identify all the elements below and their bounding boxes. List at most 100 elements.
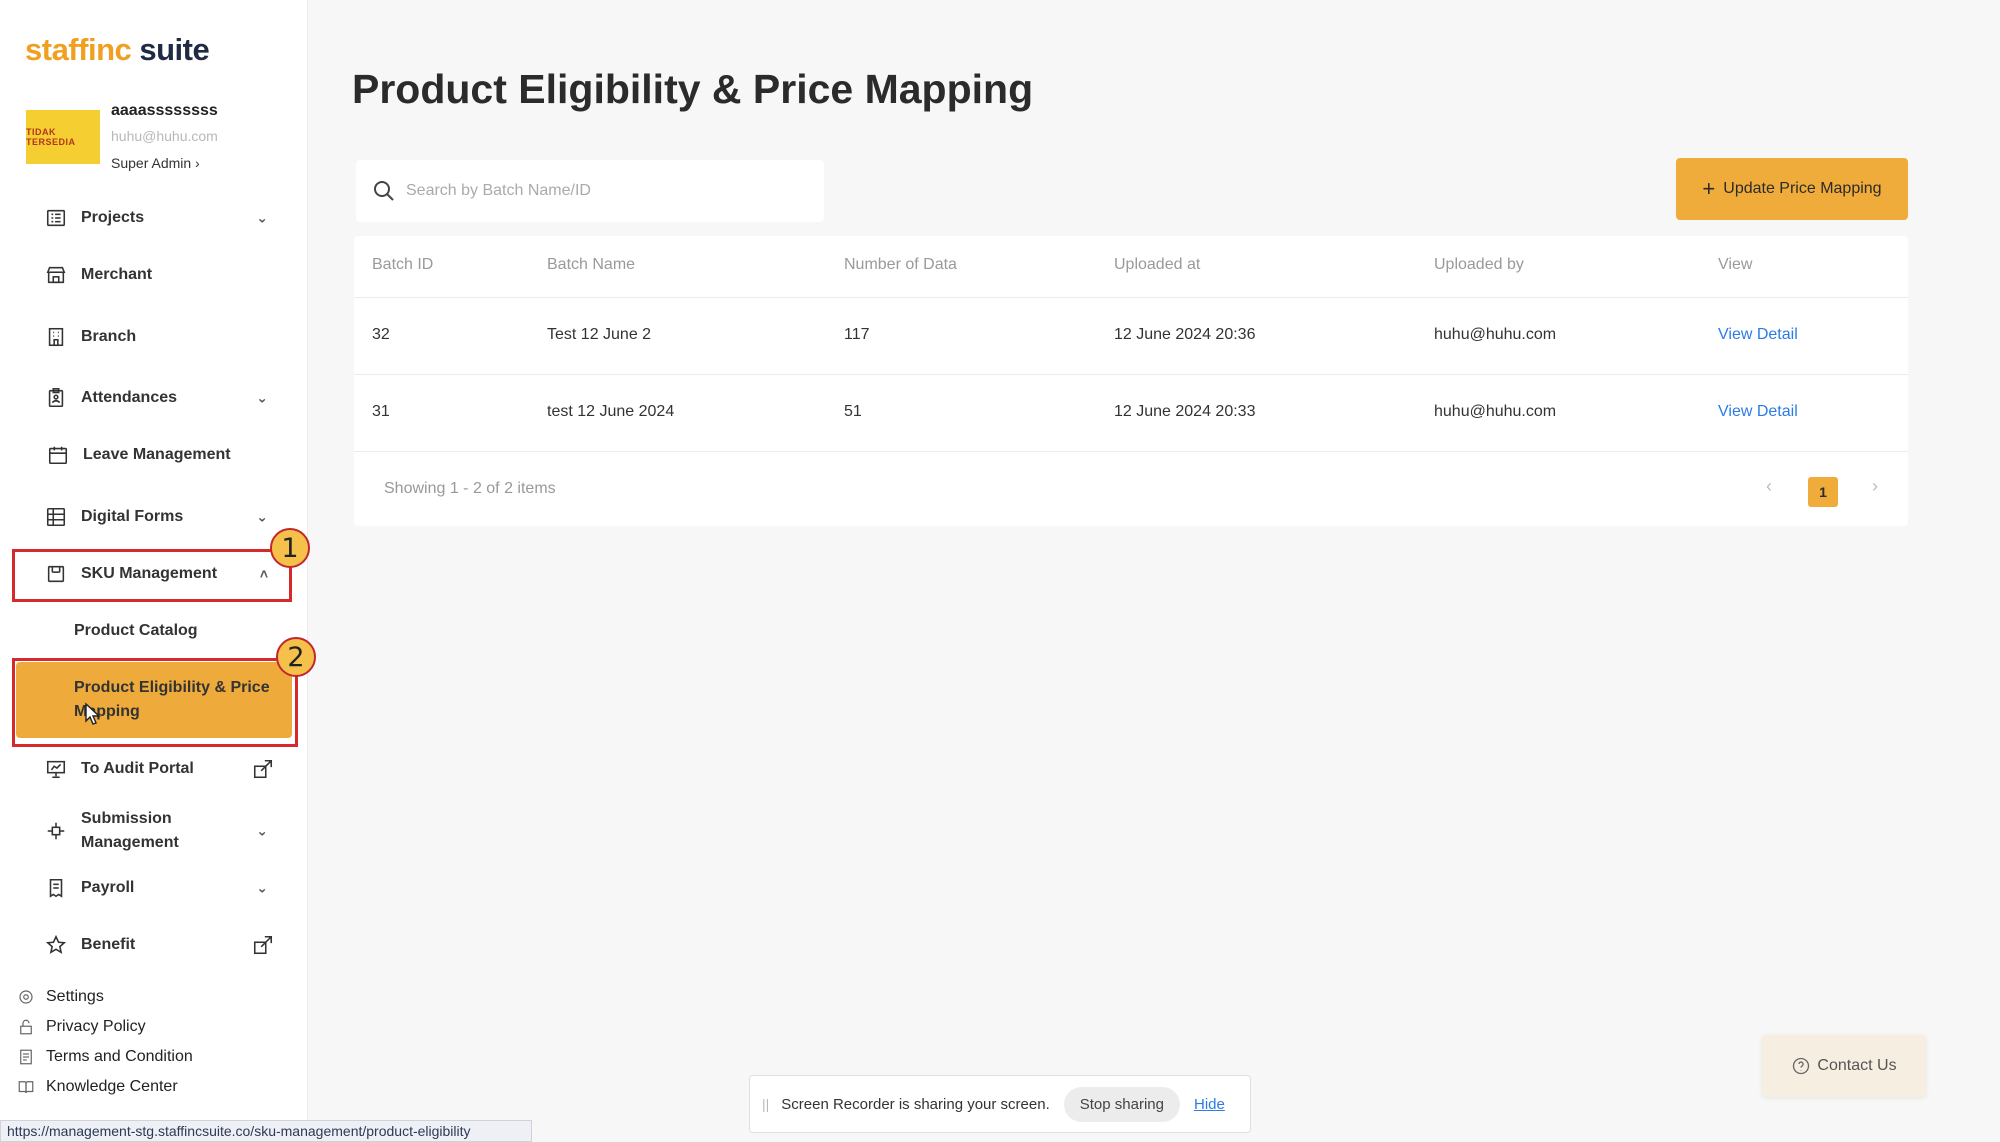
sidebar-item-branch[interactable]: Branch — [12, 313, 290, 361]
footer-link-label: Privacy Policy — [46, 1018, 146, 1035]
stop-sharing-button[interactable]: Stop sharing — [1063, 1086, 1180, 1122]
sidebar-item-leave-management[interactable]: Leave Management — [12, 431, 290, 479]
cell-batch-name: Test 12 June 2 — [547, 326, 652, 343]
logo-text-suite: suite — [131, 32, 210, 67]
contact-us-label: Contact Us — [1817, 1057, 1897, 1074]
chevron-down-icon: ⌄ — [256, 822, 268, 839]
mouse-cursor-icon — [85, 702, 101, 725]
column-header-batch-name[interactable]: Batch Name — [547, 256, 635, 274]
footer-link-label: Knowledge Center — [46, 1078, 178, 1095]
table-row: 31 test 12 June 2024 51 12 June 2024 20:… — [354, 375, 1908, 452]
avatar: TIDAK TERSEDIA — [26, 110, 100, 164]
building-icon — [44, 325, 68, 349]
lock-icon — [16, 1017, 36, 1037]
search-box[interactable] — [356, 160, 824, 222]
external-link-icon[interactable] — [252, 934, 274, 956]
sidebar-item-label: Benefit — [81, 936, 136, 953]
sidebar-item-label: Leave Management — [83, 446, 231, 463]
presentation-icon — [44, 757, 68, 781]
annotation-badge-2: 2 — [276, 637, 316, 677]
cell-uploaded-at: 12 June 2024 20:33 — [1114, 403, 1256, 420]
screen-share-bar: || Screen Recorder is sharing your scree… — [749, 1075, 1251, 1133]
hide-link[interactable]: Hide — [1194, 1096, 1225, 1113]
calendar-icon — [46, 443, 70, 467]
chevron-down-icon: ⌄ — [256, 879, 268, 896]
footer-link-terms[interactable]: Terms and Condition — [16, 1045, 193, 1069]
pagination-page[interactable]: 1 — [1808, 477, 1838, 507]
help-circle-icon — [1793, 1057, 1810, 1075]
star-icon — [44, 933, 68, 957]
logo-text-brand: staffinc — [25, 32, 132, 67]
sidebar-item-benefit[interactable]: Benefit — [12, 921, 290, 969]
cell-uploaded-at: 12 June 2024 20:36 — [1114, 326, 1256, 343]
sidebar-item-label: Attendances — [81, 389, 178, 406]
sidebar-item-label: Payroll — [81, 879, 135, 896]
page-title: Product Eligibility & Price Mapping — [352, 66, 1034, 112]
cell-uploaded-by: huhu@huhu.com — [1434, 403, 1557, 420]
column-header-view: View — [1718, 256, 1753, 273]
sidebar-item-digital-forms[interactable]: Digital Forms ⌄ — [12, 493, 290, 541]
footer-link-settings[interactable]: Settings — [16, 985, 104, 1009]
footer-link-privacy[interactable]: Privacy Policy — [16, 1015, 146, 1039]
pagination-prev-icon[interactable]: ‹ — [1766, 476, 1772, 497]
footer-link-label: Terms and Condition — [46, 1048, 193, 1065]
sidebar-subitem-product-catalog[interactable]: Product Catalog — [12, 608, 290, 654]
batch-table: Batch ID Batch Name Number of Data Uploa… — [354, 236, 1908, 526]
store-icon — [44, 263, 68, 287]
app-logo[interactable]: staffinc suite — [25, 32, 210, 68]
form-grid-icon — [44, 505, 68, 529]
external-link-icon[interactable] — [252, 758, 274, 780]
profile-role-link[interactable]: Super Admin › — [111, 155, 200, 171]
flow-icon — [44, 819, 68, 843]
sidebar-item-payroll[interactable]: Payroll ⌄ — [12, 864, 290, 912]
table-header: Batch ID Batch Name Number of Data Uploa… — [354, 236, 1908, 298]
column-header-number-of-data[interactable]: Number of Data — [844, 256, 957, 274]
cell-batch-id: 32 — [372, 326, 390, 343]
chevron-down-icon: ⌄ — [256, 389, 268, 406]
table-row: 32 Test 12 June 2 117 12 June 2024 20:36… — [354, 298, 1908, 375]
sidebar-item-projects[interactable]: Projects ⌄ — [12, 194, 290, 242]
book-icon — [16, 1077, 36, 1097]
column-header-uploaded-by[interactable]: Uploaded by — [1434, 256, 1524, 274]
chevron-down-icon: ⌄ — [256, 508, 268, 525]
cell-batch-id: 31 — [372, 403, 390, 420]
cell-batch-name: test 12 June 2024 — [547, 403, 675, 420]
profile-email: huhu@huhu.com — [111, 128, 218, 144]
search-icon — [374, 181, 394, 201]
chevron-down-icon: ⌄ — [256, 209, 268, 226]
annotation-box-2 — [12, 658, 298, 747]
pagination-next-icon[interactable]: › — [1872, 476, 1878, 497]
cell-number-of-data: 117 — [844, 326, 870, 343]
sidebar-item-attendances[interactable]: Attendances ⌄ — [12, 374, 290, 422]
pagination-summary: Showing 1 - 2 of 2 items — [384, 480, 556, 497]
view-detail-link[interactable]: View Detail — [1718, 326, 1798, 344]
footer-link-knowledge-center[interactable]: Knowledge Center — [16, 1075, 178, 1099]
gear-icon — [16, 987, 36, 1007]
document-icon — [16, 1047, 36, 1067]
column-header-uploaded-at[interactable]: Uploaded at — [1114, 256, 1200, 274]
sidebar-item-label: Submission Management — [81, 810, 179, 851]
view-detail-link[interactable]: View Detail — [1718, 403, 1798, 421]
drag-handle-icon[interactable]: || — [762, 1096, 769, 1112]
avatar-text: TIDAK TERSEDIA — [26, 127, 76, 147]
column-header-batch-id[interactable]: Batch ID — [372, 256, 433, 274]
contact-us-button[interactable]: Contact Us — [1762, 1035, 1926, 1097]
sidebar-item-audit-portal[interactable]: To Audit Portal — [12, 745, 290, 793]
plus-icon: + — [1702, 176, 1716, 201]
user-profile[interactable]: TIDAK TERSEDIA aaaassssssss huhu@huhu.co… — [26, 100, 296, 174]
annotation-badge-1: 1 — [270, 528, 310, 568]
update-price-mapping-button[interactable]: + Update Price Mapping — [1676, 158, 1908, 220]
cell-uploaded-by: huhu@huhu.com — [1434, 326, 1557, 343]
grid-list-icon — [44, 206, 68, 230]
sidebar-item-merchant[interactable]: Merchant — [12, 251, 290, 299]
update-price-mapping-label: Update Price Mapping — [1723, 180, 1882, 197]
sidebar-item-submission-management[interactable]: Submission Management ⌄ — [12, 806, 290, 856]
sidebar-item-label: To Audit Portal — [81, 760, 194, 777]
search-input[interactable] — [406, 182, 786, 200]
sidebar-item-label: Merchant — [81, 266, 153, 283]
profile-name: aaaassssssss — [111, 102, 218, 119]
annotation-box-1 — [12, 549, 292, 602]
sidebar-item-label: Product Catalog — [74, 622, 198, 639]
sidebar-item-label: Digital Forms — [81, 508, 184, 525]
cell-number-of-data: 51 — [844, 403, 862, 420]
